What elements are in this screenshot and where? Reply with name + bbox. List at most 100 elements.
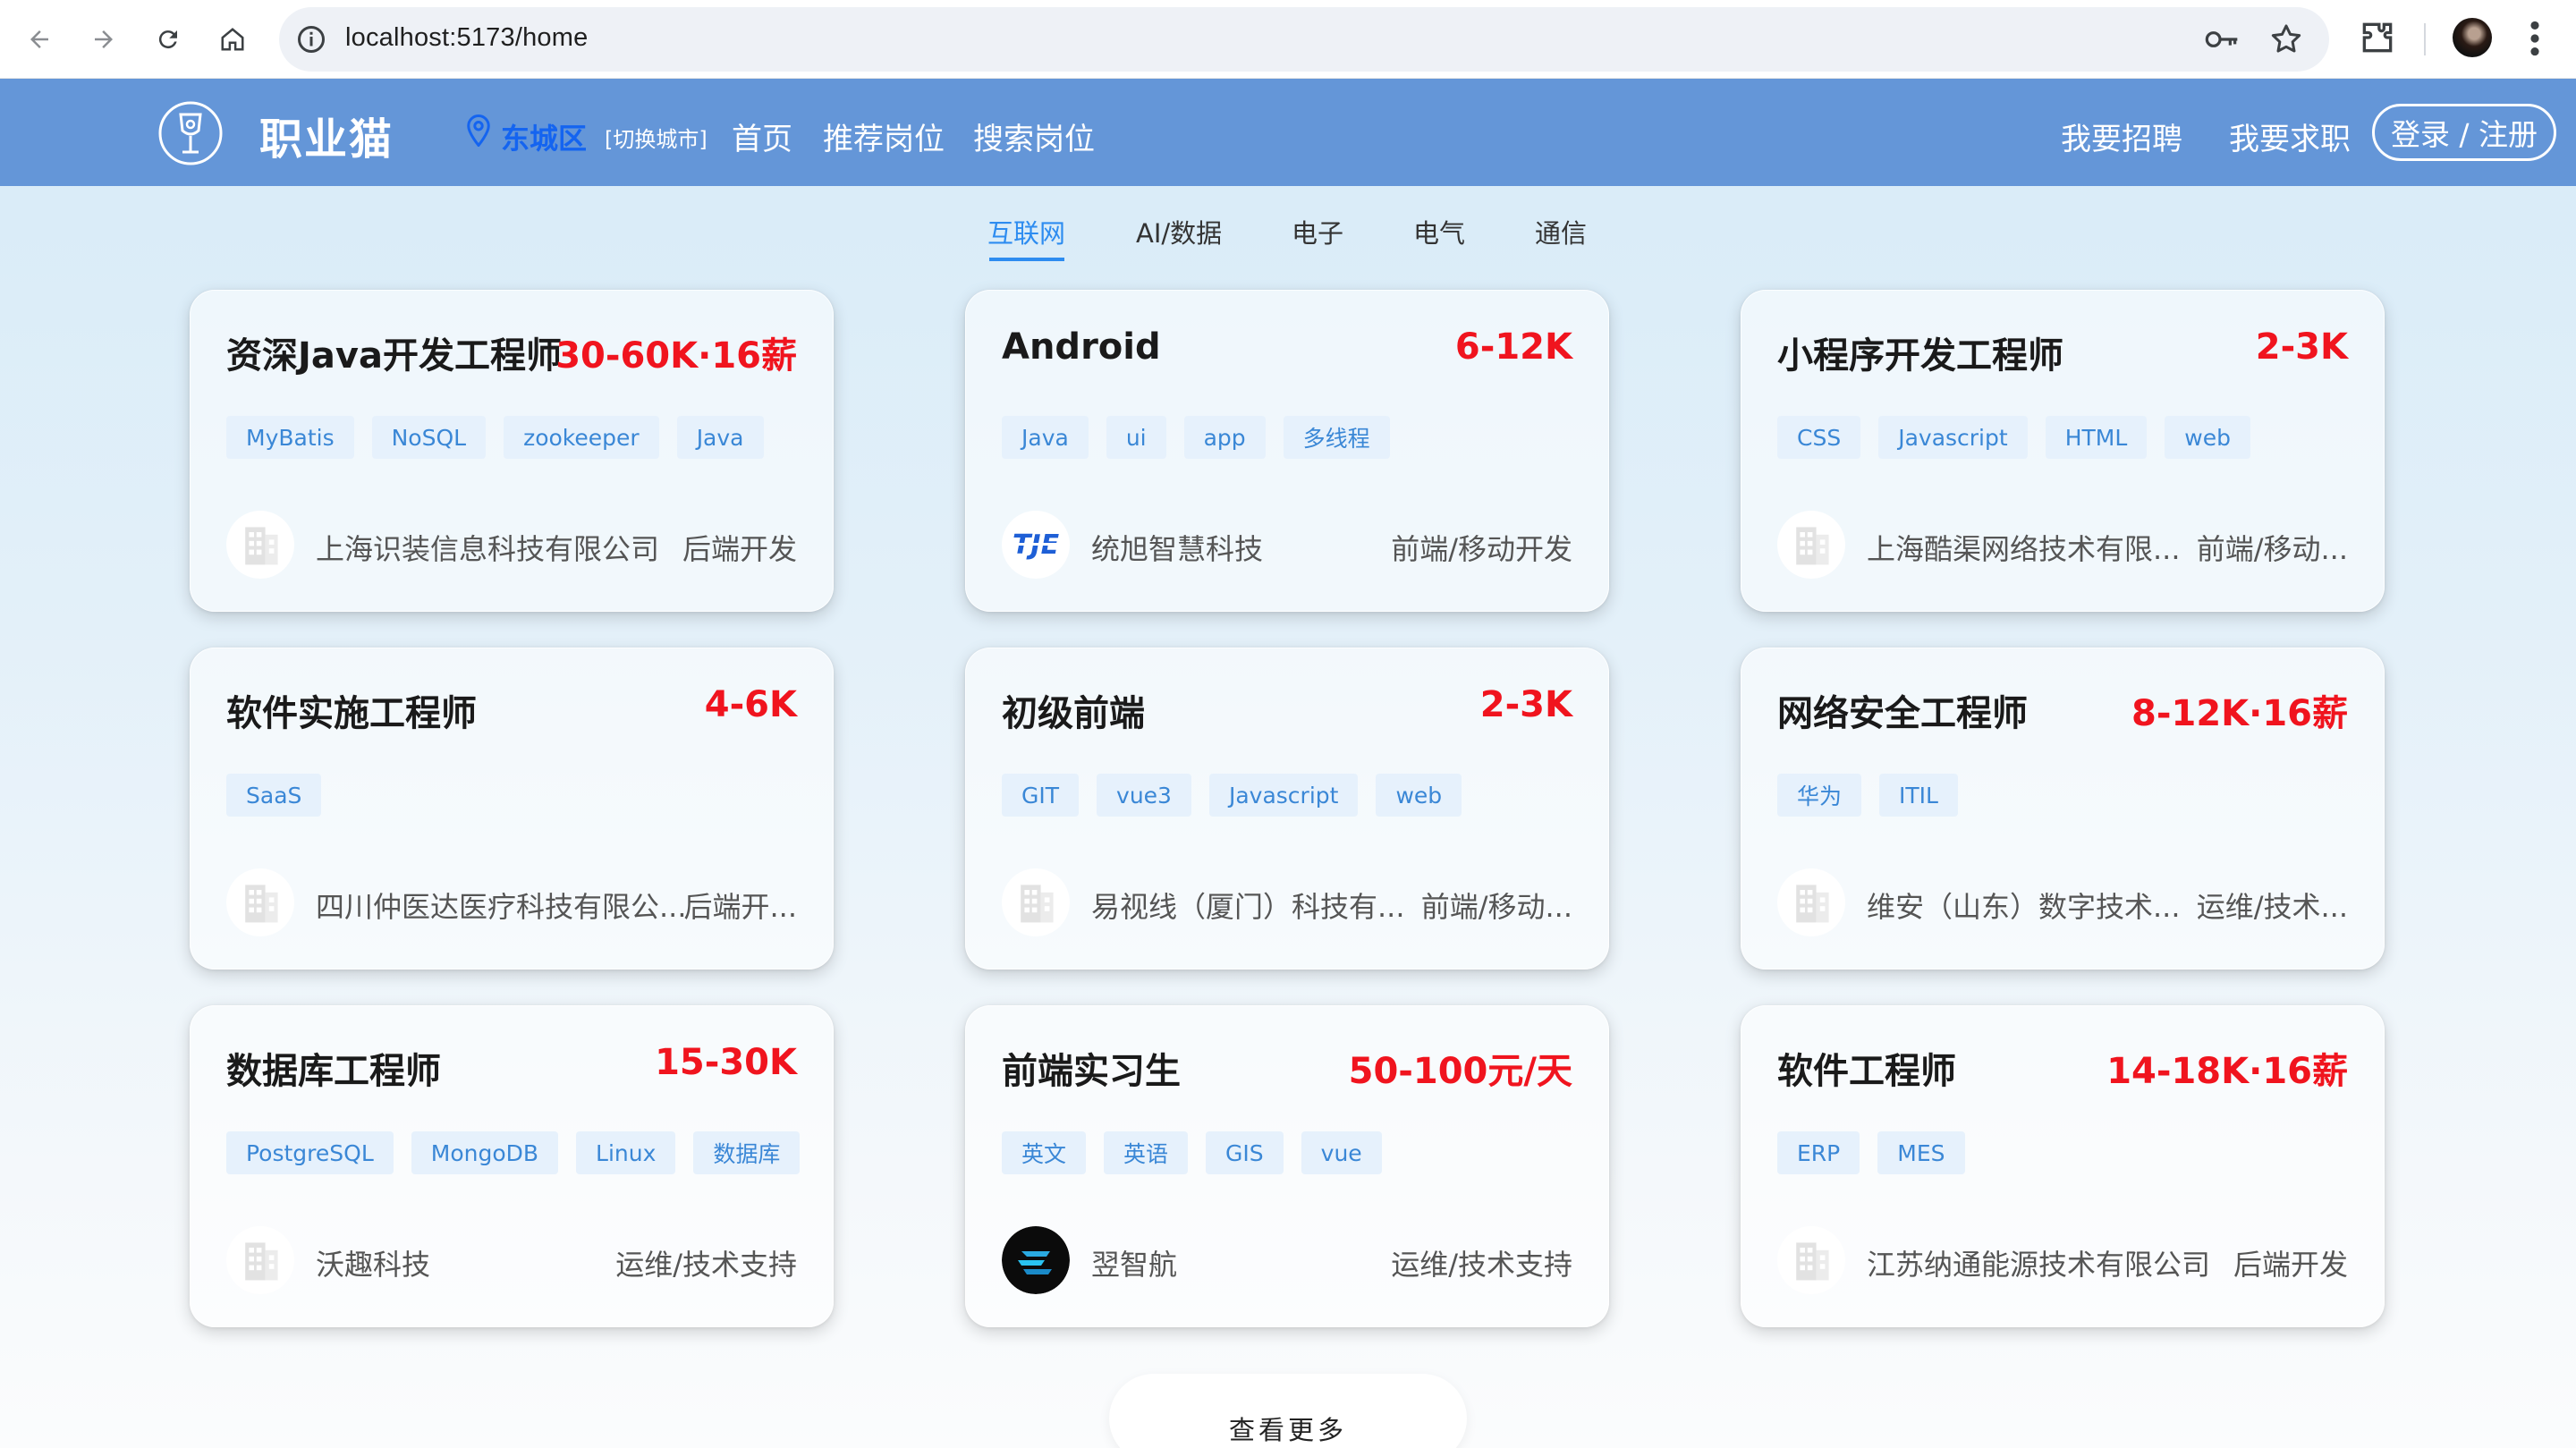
job-title[interactable]: 小程序开发工程师 (1777, 326, 2063, 378)
skill-tag: Java (1002, 416, 1089, 459)
url-text[interactable]: localhost:5173/home (345, 23, 588, 53)
job-card[interactable]: 前端实习生 50-100元/天 英文 英语 GIS vue 翌智航 运维/技术支持 (965, 1005, 1609, 1327)
job-salary: 2-3K (1479, 684, 1572, 725)
skill-tag: 华为 (1777, 774, 1862, 817)
skill-tag: Linux (576, 1131, 676, 1174)
skill-tag: CSS (1777, 416, 1861, 459)
reload-button[interactable] (143, 14, 193, 64)
nav-recommended-jobs[interactable]: 推荐岗位 (823, 114, 945, 158)
skill-tag: MyBatis (226, 416, 354, 459)
company-name[interactable]: 维安（山东）数字技术... (1867, 885, 2181, 926)
view-more-button[interactable]: 查看更多 (1109, 1374, 1467, 1448)
arrow-left-icon (30, 30, 48, 48)
job-tags: MyBatis NoSQL zookeeper Java (226, 416, 764, 459)
switch-city-link[interactable]: [切换城市] (605, 122, 708, 153)
job-card[interactable]: 初级前端 2-3K GIT vue3 Javascript web 易视线（厦门）科技有..… (965, 648, 1609, 970)
building-icon (245, 885, 278, 923)
job-category: 后端开发 (2233, 1248, 2348, 1282)
job-card[interactable]: 软件实施工程师 4-6K SaaS 四川仲医达医疗科技有限公... 后端开... (190, 648, 834, 970)
category-tabs: 互联网 AI/数据 电子 电气 通信 (0, 213, 2576, 267)
extensions-icon[interactable] (2358, 18, 2397, 57)
nav-home[interactable]: 首页 (732, 114, 792, 158)
skill-tag: ui (1106, 416, 1166, 459)
job-salary: 14-18K·16薪 (2106, 1051, 2348, 1092)
home-button[interactable] (208, 14, 258, 64)
back-button[interactable] (14, 14, 64, 64)
skill-tag: 英语 (1104, 1131, 1189, 1174)
job-title[interactable]: 初级前端 (1002, 684, 1145, 736)
job-card[interactable]: 资深Java开发工程师 30-60K·16薪 MyBatis NoSQL zookeep… (190, 290, 834, 612)
forward-button[interactable] (79, 14, 129, 64)
company-name[interactable]: 翌智航 (1091, 1242, 1177, 1283)
company-name[interactable]: 易视线（厦门）科技有... (1091, 885, 1405, 926)
skill-tag: SaaS (226, 774, 322, 817)
job-title[interactable]: 网络安全工程师 (1777, 684, 2028, 736)
arrow-right-icon (95, 30, 113, 48)
current-location[interactable]: 东城区 (501, 116, 587, 157)
job-category: 运维/技术支持 (1391, 1248, 1572, 1282)
skill-tag: ERP (1777, 1131, 1860, 1174)
skill-tag: vue (1301, 1131, 1382, 1174)
tab-internet[interactable]: 互联网 (987, 213, 1065, 250)
company-name[interactable]: 上海识装信息科技有限公司 (316, 527, 659, 568)
company-name[interactable]: 四川仲医达医疗科技有限公... (316, 885, 687, 926)
skill-tag: ITIL (1879, 774, 1958, 817)
job-card[interactable]: 数据库工程师 15-30K PostgreSQL MongoDB Linux 数据库 沃趣科… (190, 1005, 834, 1327)
location-pin-icon[interactable] (465, 114, 492, 147)
active-tab-indicator (989, 258, 1064, 261)
skill-tag: web (1376, 774, 1462, 817)
tje-company-logo: TJE (1011, 529, 1061, 561)
job-card[interactable]: 软件工程师 14-18K·16薪 ERP MES 江苏纳通能源技术有限公司 后端开发 (1741, 1005, 2385, 1327)
more-menu-icon[interactable] (2524, 16, 2546, 61)
tab-electrical[interactable]: 电气 (1413, 213, 1465, 250)
job-title[interactable]: 数据库工程师 (226, 1042, 441, 1094)
skill-tag: Javascript (1208, 774, 1359, 817)
password-key-icon[interactable] (2204, 25, 2240, 54)
nav-search-jobs[interactable]: 搜索岗位 (973, 114, 1095, 158)
company-name[interactable]: 上海酷渠网络技术有限... (1867, 527, 2181, 568)
profile-avatar[interactable] (2453, 18, 2492, 57)
job-tags: PostgreSQL MongoDB Linux 数据库 (226, 1131, 801, 1174)
building-icon (1021, 885, 1054, 923)
info-icon[interactable] (295, 23, 327, 55)
tab-telecom[interactable]: 通信 (1535, 213, 1587, 250)
job-category: 前端/移动开发 (1391, 532, 1572, 566)
company-name[interactable]: 统旭智慧科技 (1091, 527, 1263, 568)
job-title[interactable]: Android (1002, 326, 1161, 368)
page-content: 职业猫 东城区 [切换城市] 首页 推荐岗位 搜索岗位 我要招聘 我要求职 登录… (0, 79, 2576, 1448)
job-title[interactable]: 前端实习生 (1002, 1042, 1181, 1094)
job-tags: CSS Javascript HTML web (1777, 416, 2250, 459)
job-card[interactable]: 网络安全工程师 8-12K·16薪 华为 ITIL 维安（山东）数字技术... 运维/技术… (1741, 648, 2385, 970)
company-logo (226, 1226, 294, 1294)
address-bar[interactable]: localhost:5173/home (279, 7, 2329, 72)
tab-ai-data[interactable]: AI/数据 (1136, 213, 1222, 250)
site-logo-text[interactable]: 职业猫 (259, 104, 394, 166)
job-title[interactable]: 软件实施工程师 (226, 684, 477, 736)
recruit-link[interactable]: 我要招聘 (2061, 114, 2182, 158)
tab-electronics[interactable]: 电子 (1292, 213, 1343, 250)
toolbar-separator (2424, 23, 2426, 55)
skill-tag: 数据库 (693, 1131, 801, 1174)
company-logo (226, 511, 294, 579)
company-logo: TJE (1002, 511, 1070, 579)
job-tags: GIT vue3 Javascript web (1002, 774, 1462, 817)
job-card[interactable]: Android 6-12K Java ui app 多线程 TJE 统旭智慧科技 前端/移动开发 (965, 290, 1609, 612)
skill-tag: app (1183, 416, 1266, 459)
seek-job-link[interactable]: 我要求职 (2229, 114, 2351, 158)
company-name[interactable]: 江苏纳通能源技术有限公司 (1867, 1242, 2210, 1283)
bookmark-star-icon[interactable] (2268, 21, 2304, 57)
job-tags: 华为 ITIL (1777, 774, 1958, 817)
job-card[interactable]: 小程序开发工程师 2-3K CSS Javascript HTML web 上海酷渠网络技术… (1741, 290, 2385, 612)
cat-logo-icon[interactable] (157, 100, 224, 166)
job-tags: ERP MES (1777, 1131, 1965, 1174)
building-icon (1796, 527, 1829, 565)
company-logo (1777, 868, 1845, 936)
home-icon (221, 28, 244, 51)
login-register-button[interactable]: 登录 / 注册 (2372, 104, 2556, 161)
company-logo (1777, 511, 1845, 579)
e-company-logo (1002, 1226, 1070, 1294)
job-title[interactable]: 软件工程师 (1777, 1042, 1956, 1094)
job-title[interactable]: 资深Java开发工程师 (226, 326, 562, 378)
company-name[interactable]: 沃趣科技 (316, 1242, 430, 1283)
reload-icon (158, 30, 177, 49)
